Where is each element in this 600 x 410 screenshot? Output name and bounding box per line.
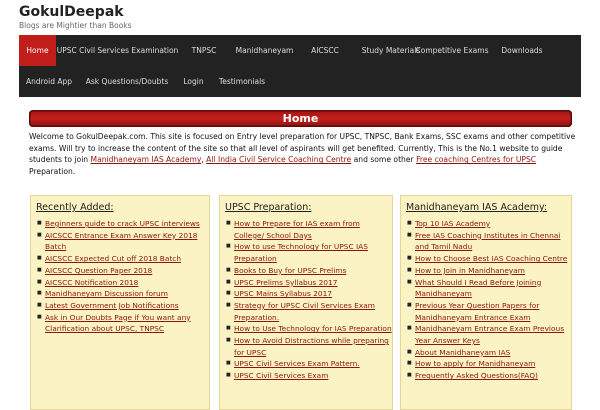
list-item[interactable]: Manidhaneyam Entrance Exam Previous Year… [407,323,571,346]
nav-item-home[interactable]: Home [19,35,56,66]
list-item[interactable]: How to apply for Manidhaneyam [407,358,571,370]
list-item[interactable]: How to use Technology for UPSC IAS Prepa… [226,241,392,264]
nav-item-login[interactable]: Login [175,66,212,97]
manidhaneyam-list: Top 10 IAS Academy Free IAS Coaching Ins… [407,218,571,382]
list-item[interactable]: AICSCC Entrance Exam Answer Key 2018 Bat… [37,230,209,253]
nav-item-downloads[interactable]: Downloads [493,35,551,66]
list-item[interactable]: Manidhaneyam Discussion forum [37,288,209,300]
nav-item-upsc-civil-services[interactable]: UPSC Civil Services Examination [56,35,179,66]
list-item[interactable]: AICSCC Notification 2018 [37,277,209,289]
recently-added-list: Beginners guide to crack UPSC interviews… [37,218,209,335]
list-item[interactable]: Beginners guide to crack UPSC interviews [37,218,209,230]
list-item[interactable]: How to Avoid Distractions while preparin… [226,335,392,358]
panel-title: UPSC Preparation: [225,202,312,213]
list-item[interactable]: UPSC Civil Services Exam Pattern. [226,358,392,370]
list-item[interactable]: Previous Year Question Papers for Manidh… [407,300,571,323]
nav-item-aicscc[interactable]: AICSCC [300,35,350,66]
nav-item-ask-questions[interactable]: Ask Questions/Doubts [79,66,175,97]
nav-item-tnpsc[interactable]: TNPSC [179,35,229,66]
recently-added-panel: Recently Added: Beginners guide to crack… [30,195,210,410]
site-tagline: Blogs are Mightier than Books [19,21,132,30]
page-heading: Home [282,112,319,125]
list-item[interactable]: Strategy for UPSC Civil Services Exam Pr… [226,300,392,323]
nav-item-competitive-exams[interactable]: Competitive Exams [410,35,494,66]
upsc-preparation-list: How to Prepare for IAS exam from College… [226,218,392,382]
list-item[interactable]: Free IAS Coaching Institutes in Chennai … [407,230,571,253]
list-item[interactable]: Frequently Asked Questions(FAQ) [407,370,571,382]
panel-title: Manidhaneyam IAS Academy: [406,202,548,213]
intro-text-3: Preparation. [29,167,76,177]
list-item[interactable]: How to Join in Manidhaneyam [407,265,571,277]
manidhaneyam-panel: Manidhaneyam IAS Academy: Top 10 IAS Aca… [400,195,572,410]
list-item[interactable]: UPSC Prelims Syllabus 2017 [226,277,392,289]
intro-text-2: and some other [351,155,417,165]
nav-item-testimonials[interactable]: Testimonials [212,66,272,97]
site-title[interactable]: GokulDeepak [19,4,124,20]
list-item[interactable]: How to Choose Best IAS Coaching Centre [407,253,571,265]
list-item[interactable]: What Should I Read Before Joining Manidh… [407,277,571,300]
intro-paragraph: Welcome to GokulDeepak.com. This site is… [29,131,577,178]
site-header: GokulDeepak Blogs are Mightier than Book… [0,0,600,35]
list-item[interactable]: UPSC Civil Services Exam [226,370,392,382]
list-item[interactable]: Top 10 IAS Academy [407,218,571,230]
list-item[interactable]: AICSCC Question Paper 2018 [37,265,209,277]
list-item[interactable]: AICSCC Expected Cut off 2018 Batch [37,253,209,265]
page-heading-bar: Home [29,110,572,127]
nav-item-android-app[interactable]: Android App [19,66,79,97]
nav-item-manidhaneyam[interactable]: Manidhaneyam [229,35,300,66]
list-item[interactable]: UPSC Mains Syllabus 2017 [226,288,392,300]
main-navigation: Home UPSC Civil Services Examination TNP… [19,35,581,97]
list-item[interactable]: Books to Buy for UPSC Prelims [226,265,392,277]
list-item[interactable]: How to Use Technology for IAS Preparatio… [226,323,392,335]
panel-title: Recently Added: [36,202,114,213]
list-item[interactable]: Latest Government Job Notifications [37,300,209,312]
upsc-preparation-panel: UPSC Preparation: How to Prepare for IAS… [219,195,393,410]
aicscc-link[interactable]: All India Civil Service Coaching Centre [206,155,351,164]
manidhaneyam-link[interactable]: Manidhaneyam IAS Academy [91,155,202,164]
list-item[interactable]: How to Prepare for IAS exam from College… [226,218,392,241]
list-item[interactable]: Ask in Our Doubts Page if You want any C… [37,312,209,335]
free-coaching-link[interactable]: Free coaching Centres for UPSC [416,155,536,164]
list-item[interactable]: About Manidhaneyam IAS [407,347,571,359]
